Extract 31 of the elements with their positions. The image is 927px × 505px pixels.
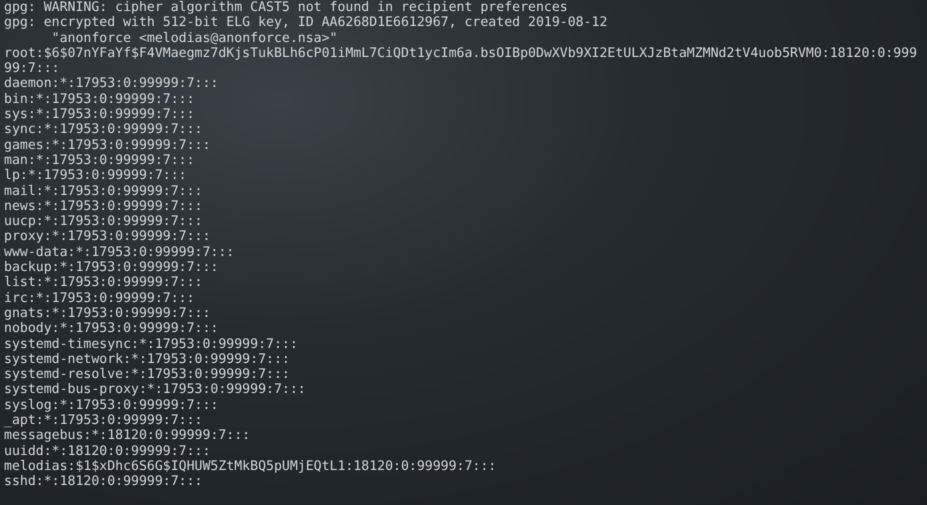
- terminal-line: sys:*:17953:0:99999:7:::: [4, 107, 196, 122]
- terminal-line: syslog:*:17953:0:99999:7:::: [4, 398, 220, 414]
- terminal-line: sshd:*:18120:0:99999:7:::: [4, 474, 204, 490]
- terminal-line: backup:*:17953:0:99999:7:::: [4, 260, 220, 276]
- terminal-line: uucp:*:17953:0:99999:7:::: [4, 214, 204, 230]
- terminal-line: list:*:17953:0:99999:7:::: [4, 275, 204, 291]
- terminal-line: gpg: WARNING: cipher algorithm CAST5 not found in recipient preferences: [4, 0, 569, 16]
- terminal-line: melodias:$1$xDhc6S6G$IQHUW5ZtMkBQ5pUMjEQtL1:18120:0:99999:7:::: [4, 458, 498, 474]
- terminal-line: irc:*:17953:0:99999:7:::: [4, 290, 196, 306]
- terminal-line: man:*:17953:0:99999:7:::: [4, 152, 196, 168]
- terminal-line: news:*:17953:0:99999:7:::: [4, 198, 204, 214]
- terminal-line: nobody:*:17953:0:99999:7:::: [4, 321, 220, 337]
- terminal-line: lp:*:17953:0:99999:7:::: [4, 168, 188, 184]
- terminal-line: proxy:*:17953:0:99999:7:::: [4, 229, 212, 245]
- terminal-line: systemd-resolve:*:17953:0:99999:7:::: [4, 367, 291, 382]
- terminal-line: bin:*:17953:0:99999:7:::: [4, 92, 196, 108]
- terminal-line: mail:*:17953:0:99999:7:::: [4, 184, 204, 199]
- terminal-line: systemd-bus-proxy:*:17953:0:99999:7:::: [4, 382, 307, 398]
- terminal-line: games:*:17953:0:99999:7:::: [4, 138, 212, 153]
- terminal-line: www-data:*:17953:0:99999:7:::: [4, 244, 236, 260]
- terminal-line: _apt:*:17953:0:99999:7:::: [4, 413, 204, 428]
- terminal-line: "anonforce <melodias@anonforce.nsa>": [50, 30, 338, 46]
- terminal-line: gnats:*:17953:0:99999:7:::: [4, 306, 212, 322]
- terminal-line: messagebus:*:18120:0:99999:7:::: [4, 428, 252, 444]
- terminal-line: uuidd:*:18120:0:99999:7:::: [4, 444, 212, 459]
- terminal-line: systemd-timesync:*:17953:0:99999:7:::: [4, 336, 299, 352]
- terminal-line: daemon:*:17953:0:99999:7:::: [4, 76, 220, 92]
- terminal-line: sync:*:17953:0:99999:7:::: [4, 122, 204, 138]
- terminal-line: gpg: encrypted with 512-bit ELG key, ID AA6268D1E6612967, created 2019-08-12: [4, 15, 608, 31]
- terminal-line: root:$6$07nYFaYf$F4VMaegmz7dKjsTukBLh6cP01iMmL7CiQDt1ycIm6a.bsOIBp0DwXVb9XI2EtULXJzBtaMZMNd2tV4uob5RVM0:18120:0:99999:7:::: [4, 46, 918, 76]
- terminal-line: systemd-network:*:17953:0:99999:7:::: [4, 352, 291, 368]
